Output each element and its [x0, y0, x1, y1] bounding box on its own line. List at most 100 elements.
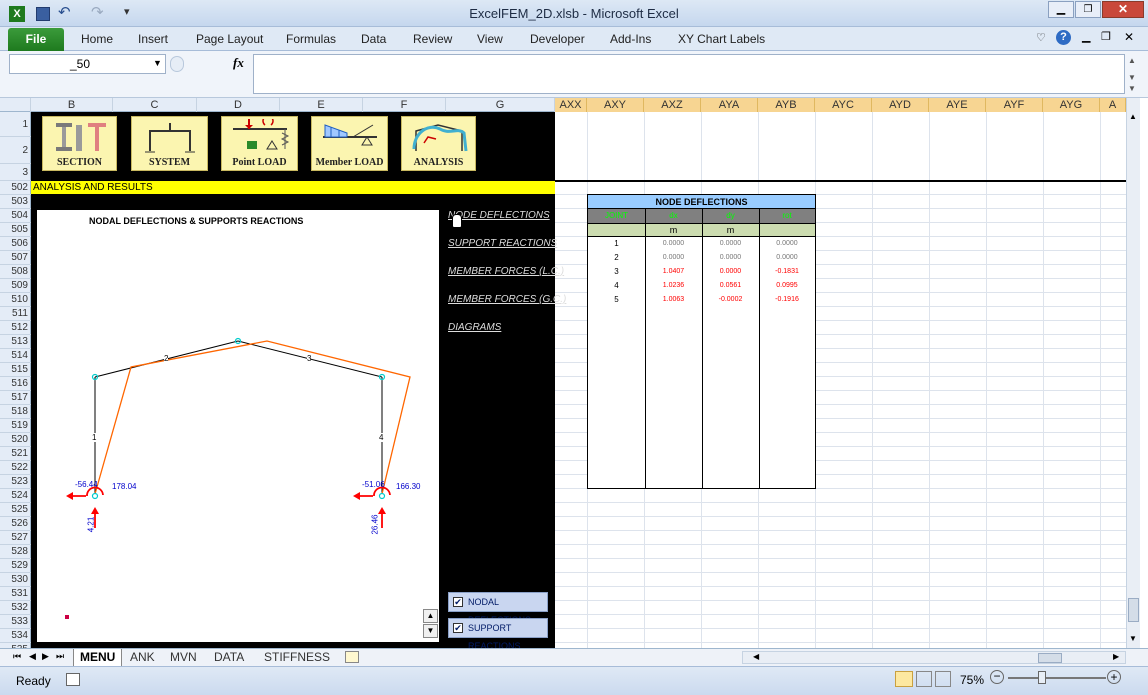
scroll-up-icon[interactable]: ▲ [1129, 112, 1137, 121]
row-header[interactable]: 2 [0, 137, 31, 164]
tab-review[interactable]: Review [413, 32, 452, 46]
table-cell[interactable]: 4 [588, 279, 645, 293]
sheet-tab-mvn[interactable]: MVN [164, 649, 203, 666]
ribbon-minimize-icon[interactable]: ♡ [1036, 31, 1046, 44]
sheet-nav-last-icon[interactable]: ⏭ [56, 651, 64, 662]
table-cell[interactable]: -0.1916 [759, 293, 815, 307]
tab-page-layout[interactable]: Page Layout [196, 32, 263, 46]
column-header[interactable]: AYD [872, 98, 929, 112]
select-all-corner[interactable] [0, 98, 31, 112]
column-header[interactable]: G [446, 98, 555, 112]
row-header[interactable]: 519 [0, 419, 31, 433]
row-header[interactable]: 509 [0, 279, 31, 293]
table-cell[interactable]: 0.0000 [645, 237, 702, 251]
column-header[interactable]: A [1100, 98, 1126, 112]
sheet-tab-menu[interactable]: MENU [73, 649, 123, 666]
tab-add-ins[interactable]: Add-Ins [610, 32, 651, 46]
column-header[interactable]: AYE [929, 98, 986, 112]
formula-scroll-down-icon[interactable]: ▼ [1128, 73, 1136, 82]
row-header[interactable]: 534 [0, 629, 31, 643]
column-header[interactable]: AXX [555, 98, 587, 112]
column-header[interactable]: AYB [758, 98, 815, 112]
row-header[interactable]: 512 [0, 321, 31, 335]
row-header[interactable]: 518 [0, 405, 31, 419]
row-header[interactable]: 527 [0, 531, 31, 545]
row-header[interactable]: 1 [0, 112, 31, 137]
column-header[interactable]: B [31, 98, 113, 112]
column-header[interactable]: F [363, 98, 446, 112]
formula-expand-icon[interactable]: ▼ [1128, 84, 1136, 93]
tab-insert[interactable]: Insert [138, 32, 168, 46]
support-reactions-checkbox[interactable]: ✔ SUPPORT REACTIONS [448, 618, 548, 651]
row-header[interactable]: 514 [0, 349, 31, 363]
column-header[interactable]: D [197, 98, 280, 112]
link-node-deflections[interactable]: NODE DEFLECTIONS [448, 210, 550, 221]
row-header[interactable]: 504 [0, 209, 31, 223]
macro-record-icon[interactable] [66, 673, 80, 686]
column-header[interactable]: AYF [986, 98, 1043, 112]
zoom-slider-thumb[interactable] [1038, 671, 1046, 684]
sheet-nav-next-icon[interactable]: ▶ [42, 651, 49, 662]
column-header[interactable]: AXY [587, 98, 644, 112]
row-header[interactable]: 510 [0, 293, 31, 307]
row-header[interactable]: 529 [0, 559, 31, 573]
row-header[interactable]: 3 [0, 164, 31, 181]
column-header[interactable]: C [113, 98, 197, 112]
table-cell[interactable]: 0.0995 [759, 279, 815, 293]
column-header[interactable]: AYA [701, 98, 758, 112]
vertical-scrollbar[interactable]: ▲ ▼ [1126, 98, 1140, 648]
table-cell[interactable]: 3 [588, 265, 645, 279]
insert-function-icon[interactable]: fx [233, 55, 244, 71]
section-button[interactable]: SECTION [42, 116, 117, 171]
row-header[interactable]: 516 [0, 377, 31, 391]
row-header[interactable]: 505 [0, 223, 31, 237]
tab-view[interactable]: View [477, 32, 503, 46]
column-header[interactable]: AYC [815, 98, 872, 112]
table-cell[interactable]: 1.0407 [645, 265, 702, 279]
link-support-reactions[interactable]: SUPPORT REACTIONS [448, 238, 557, 249]
row-header[interactable]: 503 [0, 195, 31, 209]
spin-up-button[interactable]: ▲ [423, 609, 438, 623]
column-header[interactable]: AXZ [644, 98, 701, 112]
scroll-left-icon[interactable]: ◀ [753, 652, 759, 661]
row-header[interactable]: 530 [0, 573, 31, 587]
row-header[interactable]: 507 [0, 251, 31, 265]
insert-sheet-icon[interactable] [345, 651, 359, 663]
row-header[interactable]: 526 [0, 517, 31, 531]
formula-scroll-up-icon[interactable]: ▲ [1128, 56, 1136, 65]
name-box[interactable]: _50 [9, 54, 166, 74]
nodal-deflections-checkbox[interactable]: ✔NODAL DEFLECTIONS [448, 592, 548, 625]
row-header[interactable]: 521 [0, 447, 31, 461]
table-cell[interactable]: 0.0561 [702, 279, 759, 293]
link-member-forces-gc[interactable]: MEMBER FORCES (G.C.) [448, 294, 566, 305]
table-cell[interactable]: 5 [588, 293, 645, 307]
close-button[interactable]: ✕ [1102, 1, 1144, 18]
row-header[interactable]: 522 [0, 461, 31, 475]
system-button[interactable]: SYSTEM [131, 116, 208, 171]
column-header[interactable]: AYG [1043, 98, 1100, 112]
help-icon[interactable]: ? [1056, 30, 1071, 45]
workbook-close-icon[interactable]: ✕ [1124, 30, 1134, 44]
link-diagrams[interactable]: DIAGRAMS [448, 322, 501, 333]
table-cell[interactable]: -0.1831 [759, 265, 815, 279]
table-cell[interactable]: 0.0000 [759, 251, 815, 265]
table-cell[interactable]: 0.0000 [645, 251, 702, 265]
row-header[interactable]: 511 [0, 307, 31, 321]
analysis-button[interactable]: ANALYSIS [401, 116, 476, 171]
spin-down-button[interactable]: ▼ [423, 624, 438, 638]
table-cell[interactable]: 0.0000 [702, 237, 759, 251]
row-header[interactable]: 532 [0, 601, 31, 615]
page-layout-view-icon[interactable] [916, 671, 932, 687]
row-header[interactable]: 517 [0, 391, 31, 405]
zoom-level[interactable]: 75% [960, 673, 984, 687]
row-header[interactable]: 524 [0, 489, 31, 503]
tab-data[interactable]: Data [361, 32, 386, 46]
file-tab[interactable]: File [8, 28, 64, 51]
name-box-dropdown-icon[interactable]: ▼ [153, 58, 162, 68]
sheet-nav-first-icon[interactable]: ⏮ [13, 651, 21, 662]
sheet-nav-prev-icon[interactable]: ◀ [29, 651, 36, 662]
zoom-in-icon[interactable]: + [1107, 670, 1121, 684]
formula-splitter[interactable] [170, 56, 184, 72]
column-header[interactable]: E [280, 98, 363, 112]
zoom-out-icon[interactable]: − [990, 670, 1004, 684]
